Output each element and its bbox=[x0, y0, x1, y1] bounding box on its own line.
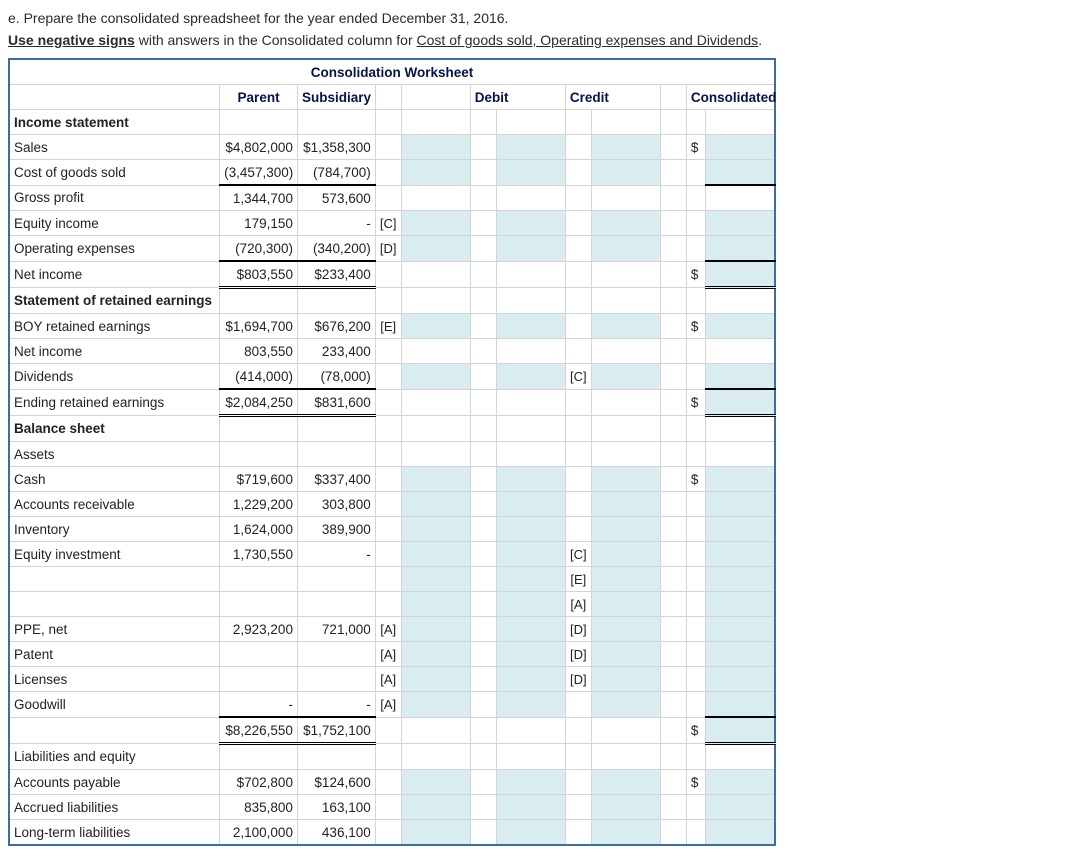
row-goodwill: Goodwill--[A] bbox=[9, 692, 775, 718]
row-long-term-liabilities: Long-term liabilities2,100,000436,100 bbox=[9, 820, 775, 846]
row-boy-retained: BOY retained earnings$1,694,700$676,200[… bbox=[9, 314, 775, 339]
section-retained-earnings: Statement of retained earnings bbox=[9, 288, 220, 314]
row-cogs: Cost of goods sold(3,457,300)(784,700) bbox=[9, 160, 775, 186]
row-accounts-receivable: Accounts receivable1,229,200303,800 bbox=[9, 492, 775, 517]
row-accrued-liabilities: Accrued liabilities835,800163,100 bbox=[9, 795, 775, 820]
row-equity-income: Equity income179,150-[C] bbox=[9, 211, 775, 236]
row-operating-expenses: Operating expenses(720,300)(340,200)[D] bbox=[9, 236, 775, 262]
row-net-income-2: Net income803,550233,400 bbox=[9, 339, 775, 364]
question-text: e. Prepare the consolidated spreadsheet … bbox=[8, 10, 1056, 26]
row-gross-profit: Gross profit1,344,700573,600 bbox=[9, 185, 775, 211]
row-ending-retained: Ending retained earnings$2,084,250$831,6… bbox=[9, 389, 775, 416]
row-accounts-payable: Accounts payable$702,800$124,600$ bbox=[9, 770, 775, 795]
assets-label: Assets bbox=[9, 442, 220, 467]
table-title: Consolidation Worksheet bbox=[9, 59, 775, 85]
instruction-text: Use negative signs with answers in the C… bbox=[8, 32, 1056, 48]
row-patent: Patent[A][D] bbox=[9, 642, 775, 667]
col-parent: Parent bbox=[220, 85, 298, 110]
sales-debit-input[interactable] bbox=[401, 135, 470, 160]
row-ppe: PPE, net2,923,200721,000[A][D] bbox=[9, 617, 775, 642]
row-cash: Cash$719,600$337,400$ bbox=[9, 467, 775, 492]
row-inventory: Inventory1,624,000389,900 bbox=[9, 517, 775, 542]
col-debit: Debit bbox=[470, 85, 565, 110]
col-consolidated: Consolidated bbox=[686, 85, 775, 110]
col-subsidiary: Subsidiary bbox=[297, 85, 375, 110]
section-income-statement: Income statement bbox=[9, 110, 220, 135]
row-sales: Sales$4,802,000$1,358,300$ bbox=[9, 135, 775, 160]
row-equity-investment: Equity investment1,730,550-[C] bbox=[9, 542, 775, 567]
row-dividends: Dividends(414,000)(78,000)[C] bbox=[9, 364, 775, 390]
consolidation-worksheet-table: Consolidation Worksheet Parent Subsidiar… bbox=[8, 58, 776, 846]
sales-credit-input[interactable] bbox=[496, 135, 565, 160]
section-balance-sheet: Balance sheet bbox=[9, 416, 220, 442]
row-net-income: Net income$803,550$233,400$ bbox=[9, 261, 775, 288]
col-credit: Credit bbox=[565, 85, 660, 110]
row-licenses: Licenses[A][D] bbox=[9, 667, 775, 692]
sales-consolidated-input[interactable] bbox=[706, 135, 775, 160]
row-blank-e: [E] bbox=[9, 567, 775, 592]
liabilities-equity-label: Liabilities and equity bbox=[9, 744, 220, 770]
row-blank-a: [A] bbox=[9, 592, 775, 617]
